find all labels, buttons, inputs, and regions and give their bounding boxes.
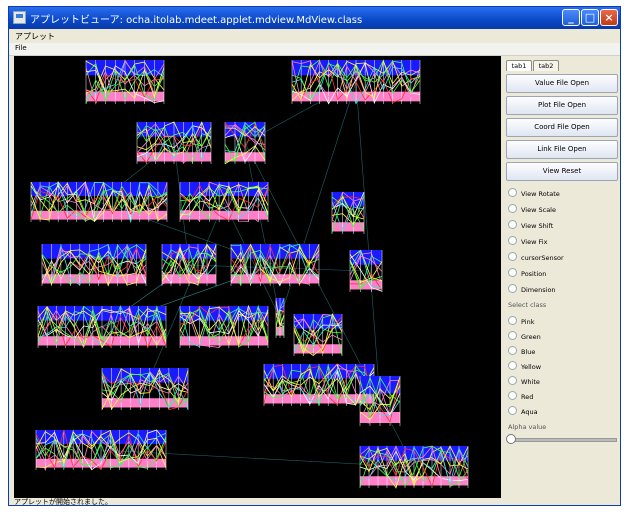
radio-circle-icon: [508, 188, 517, 197]
coord-file-open-button[interactable]: Coord File Open: [506, 118, 618, 137]
radio-circle-icon: [508, 284, 517, 293]
radio-dimension[interactable]: Dimension: [508, 284, 556, 296]
glyph-pink-band: [350, 280, 382, 290]
radio-circle-icon: [508, 316, 517, 325]
glyph-pink-band: [231, 274, 319, 284]
menu-file[interactable]: File: [15, 44, 27, 52]
radio-class-blue[interactable]: Blue: [508, 346, 535, 358]
link-line: [355, 81, 381, 402]
radio-view-shift[interactable]: View Shift: [508, 220, 553, 232]
java-app-icon: [13, 11, 26, 24]
radio-label: Yellow: [521, 363, 542, 371]
applet-viewer-window: アプレットビューア: ocha.itolab.mdeet.applet.mdvi…: [8, 6, 621, 506]
radio-circle-icon: [508, 220, 517, 229]
radio-label: View Rotate: [521, 190, 560, 198]
radio-class-pink[interactable]: Pink: [508, 316, 534, 328]
title-bar[interactable]: アプレットビューア: ocha.itolab.mdeet.applet.mdvi…: [9, 7, 620, 29]
radio-circle-icon: [508, 236, 517, 245]
window-title: アプレットビューア: ocha.itolab.mdeet.applet.mdvi…: [30, 15, 363, 26]
radio-circle-icon: [508, 204, 517, 213]
radio-circle-icon: [508, 391, 517, 400]
menu-applet[interactable]: アプレット: [15, 31, 55, 42]
glyph: [224, 121, 266, 165]
glyph: [230, 243, 320, 287]
radio-circle-icon: [508, 406, 517, 415]
glyph: [35, 429, 167, 472]
minimize-icon[interactable]: _: [562, 9, 580, 26]
tab-1[interactable]: tab1: [506, 60, 532, 71]
radio-circle-icon: [508, 376, 517, 385]
radio-label: Dimension: [521, 286, 556, 294]
glyph: [85, 59, 165, 105]
radio-cursor-sensor[interactable]: cursorSensor: [508, 252, 564, 264]
visualization-canvas[interactable]: [14, 56, 501, 498]
radio-class-white[interactable]: White: [508, 376, 540, 388]
radio-label: View Fix: [521, 238, 548, 246]
radio-circle-icon: [508, 268, 517, 277]
radio-class-green[interactable]: Green: [508, 331, 541, 343]
parallel-coordinates-graph[interactable]: [14, 56, 501, 498]
plot-file-open-button[interactable]: Plot File Open: [506, 96, 618, 115]
glyph: [359, 376, 401, 426]
radio-label: View Shift: [521, 222, 554, 230]
radio-label: Blue: [521, 348, 536, 356]
control-panel: tab1 tab2 Value File Open Plot File Open…: [504, 58, 619, 498]
radio-class-red[interactable]: Red: [508, 391, 533, 403]
radio-label: White: [521, 378, 540, 386]
radio-view-fix[interactable]: View Fix: [508, 236, 547, 248]
close-icon[interactable]: ×: [600, 9, 618, 26]
value-file-open-button[interactable]: Value File Open: [506, 74, 618, 93]
glyph: [161, 243, 217, 286]
glyph-blue-band: [350, 250, 382, 265]
select-class-label: Select class: [508, 301, 547, 309]
radio-class-yellow[interactable]: Yellow: [508, 361, 541, 373]
radio-label: View Scale: [521, 206, 556, 214]
glyph: [136, 121, 212, 164]
radio-label: Green: [521, 333, 541, 341]
alpha-value-label: Alpha value: [508, 423, 547, 431]
glyph: [275, 298, 285, 338]
radio-label: Position: [521, 270, 547, 278]
radio-label: cursorSensor: [521, 254, 564, 262]
radio-circle-icon: [508, 252, 517, 261]
radio-label: Red: [521, 393, 534, 401]
radio-label: Aqua: [521, 408, 538, 416]
glyph: [30, 181, 168, 224]
glyph: [101, 368, 189, 411]
glyph: [41, 243, 147, 287]
view-reset-button[interactable]: View Reset: [506, 162, 618, 181]
glyph: [331, 191, 365, 234]
status-bar: アプレットが開始されました。: [14, 498, 112, 506]
glyph: [293, 313, 343, 357]
radio-class-aqua[interactable]: Aqua: [508, 406, 538, 418]
maximize-icon[interactable]: □: [581, 9, 599, 26]
glyph: [263, 363, 375, 406]
glyph: [359, 445, 469, 489]
radio-view-rotate[interactable]: View Rotate: [508, 188, 560, 200]
radio-circle-icon: [508, 361, 517, 370]
radio-label: Pink: [521, 318, 535, 326]
radio-circle-icon: [508, 346, 517, 355]
alpha-slider-thumb[interactable]: [506, 434, 516, 444]
radio-view-scale[interactable]: View Scale: [508, 204, 556, 216]
glyph: [179, 304, 269, 349]
glyph: [291, 59, 421, 105]
radio-circle-icon: [508, 331, 517, 340]
glyph: [37, 305, 167, 349]
link-file-open-button[interactable]: Link File Open: [506, 140, 618, 159]
link-line: [244, 142, 281, 319]
alpha-slider-track[interactable]: [510, 438, 617, 442]
applet-menu-bar: アプレット: [9, 29, 620, 43]
glyph-pink-band: [102, 398, 188, 408]
tab-2[interactable]: tab2: [533, 60, 559, 71]
radio-position[interactable]: Position: [508, 268, 546, 280]
glyph-blue-band: [231, 244, 319, 259]
file-menu-bar: File: [9, 43, 620, 56]
